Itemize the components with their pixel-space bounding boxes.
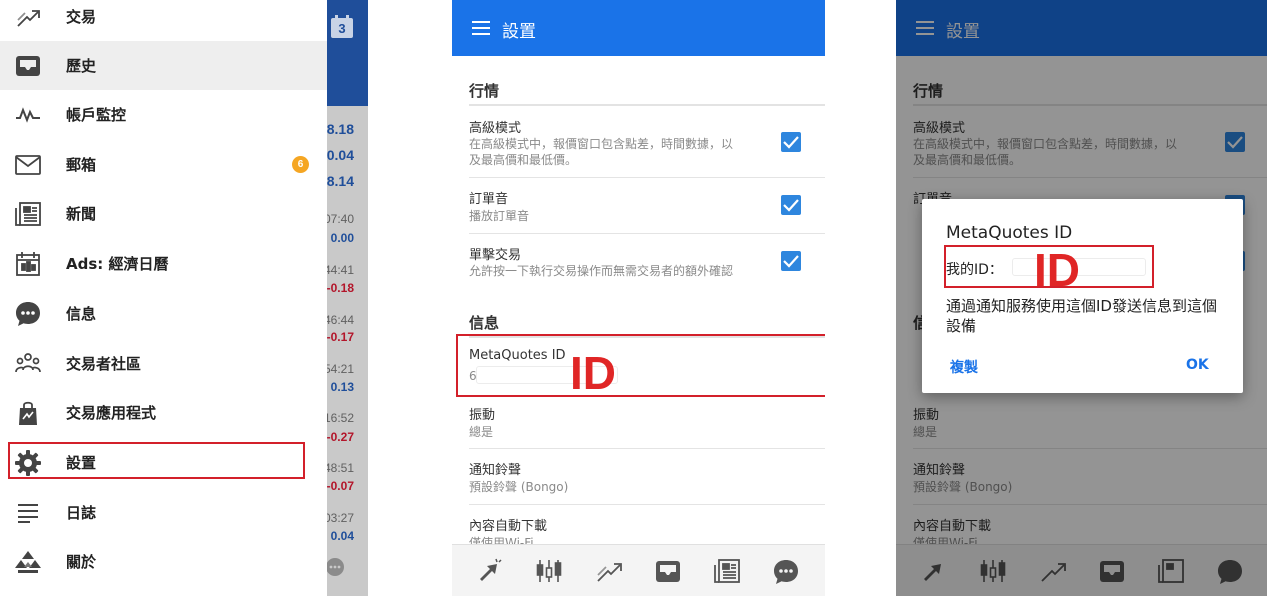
section-header-messages: 信息 [469,314,500,332]
drawer-item-label: 交易應用程式 [66,404,157,422]
drawer-item-label: 交易者社區 [66,355,142,373]
drawer-item-community[interactable]: 交易者社區 [0,339,327,388]
quote-value: 0.04 [326,147,354,163]
drawer-item-label: 關於 [66,553,97,571]
chat-icon[interactable] [772,557,800,585]
quote-time: 16:52 [323,411,354,425]
trade-icon [14,3,42,31]
setting-title: 振動 [469,408,496,423]
calendar-icon [14,250,42,278]
setting-title: 訂單音 [469,192,509,207]
setting-title: 通知鈴聲 [469,463,522,478]
navigation-drawer-screen: 3 8.18 0.04 8.14 07:40 0.00 44:41 -0.18 … [0,0,368,596]
trade-icon[interactable] [595,557,623,585]
setting-title: 高級模式 [469,121,522,136]
advanced-mode-checkbox[interactable] [781,132,801,152]
history-icon[interactable] [654,557,682,585]
setting-value: 總是 [469,425,494,439]
setting-title: 單擊交易 [469,248,522,263]
one-click-checkbox[interactable] [781,251,801,271]
drawer-item-about[interactable]: 關於 [0,537,327,586]
mail-icon [14,151,42,179]
drawer-item-label: 信息 [66,305,97,323]
account-monitor-icon [14,101,42,129]
row-divider [469,177,825,178]
section-header-quotes: 行情 [469,82,500,100]
quote-time: 44:41 [323,263,354,277]
quote-time: 54:21 [323,362,354,376]
quote-change: -0.17 [326,330,354,344]
quote-change: -0.07 [326,479,354,493]
dialog-message: 通過通知服務使用這個ID發送信息到這個設備 [946,297,1217,335]
chat-icon [14,300,42,328]
quote-time: 03:27 [323,511,354,525]
history-inbox-icon [14,52,42,80]
settings-dialog-screen: 設置 行情 高級模式 在高級模式中，報價窗口包含點差，時間數據，以 及最高價和最… [896,0,1267,596]
setting-value: 預設鈴聲 (Bongo) [469,480,569,494]
drawer-item-mailbox[interactable]: 郵箱 6 [0,140,327,189]
drawer-item-economic-calendar[interactable]: Ads: 經濟日曆 [0,239,327,288]
highlight-box-settings [8,442,305,479]
chart-icon[interactable] [535,557,563,585]
drawer-item-label: Ads: 經濟日曆 [66,255,169,273]
app-bag-icon [14,399,42,427]
journal-icon [14,499,42,527]
community-icon [14,350,42,378]
annotation-id-label: ID [570,347,616,399]
drawer-item-messages[interactable]: 信息 [0,289,327,338]
quote-time: 46:44 [323,313,354,327]
menu-icon[interactable] [472,21,490,35]
about-icon [14,548,42,576]
drawer-item-label: 日誌 [66,504,97,522]
settings-screen: 設置 行情 高級模式 在高級模式中，報價窗口包含點差，時間數據，以 及最高價和最… [452,0,825,596]
drawer-item-label: 交易 [66,8,97,26]
section-divider [469,104,825,106]
drawer-item-label: 帳戶監控 [66,106,127,124]
drawer-item-journal[interactable]: 日誌 [0,488,327,537]
order-sound-checkbox[interactable] [781,195,801,215]
highlight-box-metaquotes-id [456,334,825,397]
drawer-item-history[interactable]: 歷史 [0,41,327,90]
quote-change: -0.18 [326,281,354,295]
setting-description: 在高級模式中，報價窗口包含點差，時間數據，以 [469,137,734,151]
row-divider [469,448,825,449]
drawer-item-label: 郵箱 [66,156,97,174]
page-title: 設置 [502,22,536,42]
drawer-item-label: 歷史 [66,57,97,75]
quote-value: 8.14 [326,173,354,189]
drawer-menu: 交易 歷史 帳戶監控 郵箱 6 新聞 Ads: 經濟日曆 信息 交易者社區 交易… [0,0,327,596]
quote-change: 0.13 [330,380,354,394]
chat-icon[interactable] [326,558,344,576]
app-bar: 設置 [452,0,825,56]
drawer-item-label: 新聞 [66,205,97,223]
setting-description: 播放訂單音 [469,209,530,223]
bottom-navigation [452,544,825,596]
quote-change: 0.00 [330,231,354,245]
quote-time: 48:51 [323,461,354,475]
drawer-item-account-monitor[interactable]: 帳戶監控 [0,90,327,139]
ok-button[interactable]: OK [1186,357,1209,373]
quote-time: 07:40 [323,212,354,226]
annotation-id-label: ID [1034,244,1080,296]
setting-description: 允許按一下執行交易操作而無需交易者的額外確認 [469,264,734,278]
quote-value: 8.18 [326,121,354,137]
drawer-item-news[interactable]: 新聞 [0,189,327,238]
drawer-item-trading-apps[interactable]: 交易應用程式 [0,388,327,437]
drawer-item-trade[interactable]: 交易 [0,0,327,41]
calendar-icon[interactable]: 3 [330,15,354,39]
unread-badge: 6 [292,156,309,173]
setting-title: 內容自動下載 [469,519,548,534]
quotes-icon[interactable] [476,557,504,585]
calendar-day: 3 [338,21,346,36]
news-icon [14,200,42,228]
metaquotes-id-dialog: MetaQuotes ID 我的ID： ID 通過通知服務使用這個ID發送信息到… [922,199,1243,393]
row-divider [469,233,825,234]
quote-change: -0.27 [326,430,354,444]
setting-description: 及最高價和最低價。 [469,153,578,167]
news-icon[interactable] [713,557,741,585]
dialog-title: MetaQuotes ID [946,223,1073,243]
row-divider [469,504,825,505]
copy-button[interactable]: 複製 [950,357,978,377]
quote-change: 0.04 [330,529,354,543]
